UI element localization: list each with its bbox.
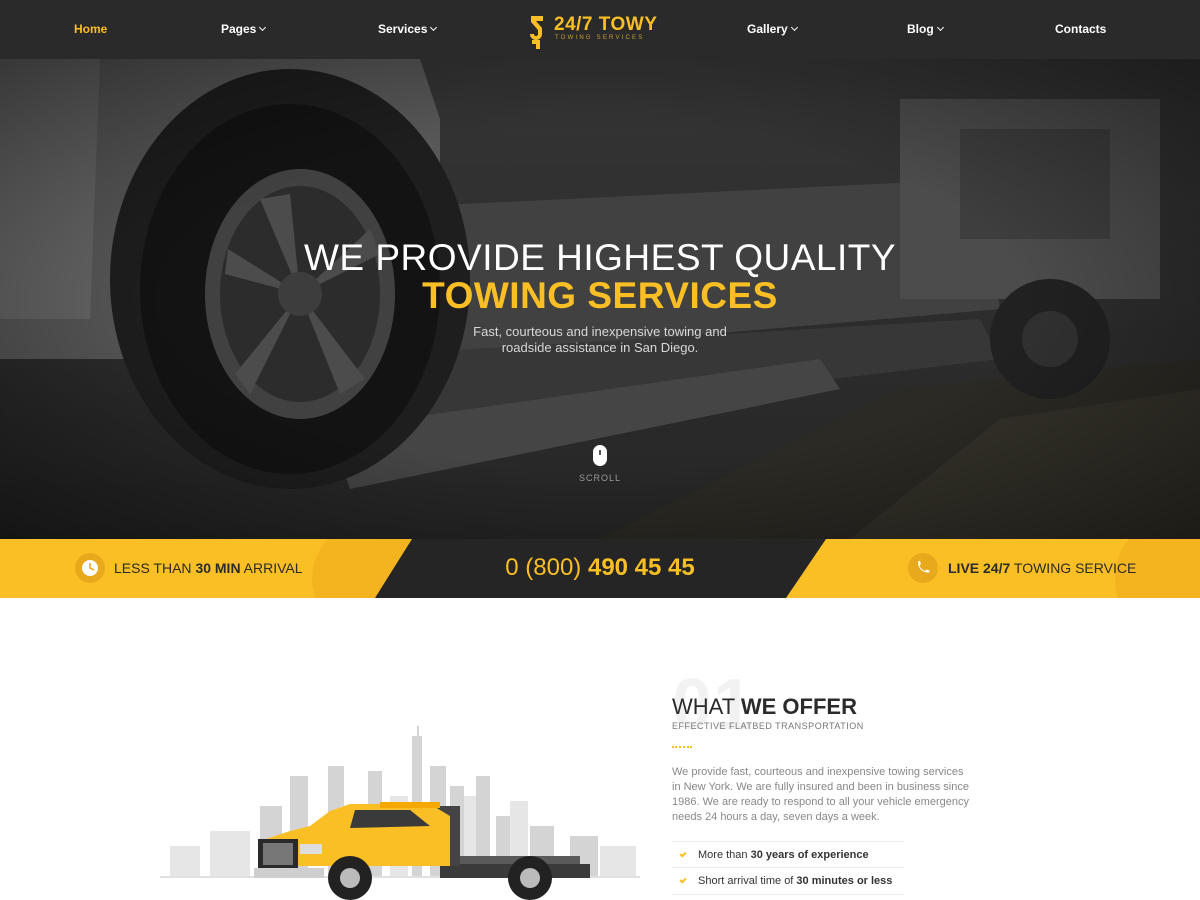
feature-bold: 30 years of experience — [750, 849, 869, 861]
nav-item-services[interactable]: Services — [378, 0, 438, 59]
nav-item-contacts[interactable]: Contacts — [1055, 0, 1106, 59]
phone-number[interactable]: 0 (800) 490 45 45 — [410, 554, 790, 582]
hero-title-line1: WE PROVIDE HIGHEST QUALITY — [303, 237, 897, 278]
nav-item-contacts-label: Contacts — [1055, 22, 1107, 36]
offer-subtitle: EFFECTIVE FLATBED TRANSPORTATION — [672, 721, 864, 731]
feature-item: Short arrival time of 30 minutes or less — [672, 868, 904, 895]
arrival-prefix: LESS THAN — [114, 560, 196, 576]
offer-title-light: WHAT — [672, 694, 741, 719]
chevron-down-icon — [430, 23, 438, 32]
logo-title: 24/7 TOWY — [554, 14, 658, 35]
nav-item-blog-label: Blog — [907, 22, 934, 36]
feature-item: More than 30 years of experience — [672, 841, 904, 868]
top-navigation: Home Pages Services 24/7 TOWY TOWING SER… — [0, 0, 1200, 59]
nav-item-home[interactable]: Home — [74, 0, 107, 59]
site-logo[interactable]: 24/7 TOWY TOWING SERVICES — [527, 14, 657, 52]
logo-tagline: TOWING SERVICES — [555, 35, 645, 41]
arrival-time-text: LESS THAN 30 MIN ARRIVAL — [114, 560, 303, 576]
phone-icon — [908, 553, 938, 583]
phone-prefix: 0 (800) — [505, 554, 588, 581]
info-band: LESS THAN 30 MIN ARRIVAL 0 (800) 490 45 … — [0, 539, 1200, 598]
nav-item-gallery-label: Gallery — [747, 22, 788, 36]
phone-number-digits: 490 45 45 — [587, 554, 695, 581]
chevron-down-icon — [790, 23, 798, 32]
chevron-down-icon — [259, 23, 267, 32]
arrival-suffix: ARRIVAL — [240, 560, 303, 576]
feature-prefix: Short arrival time of — [698, 875, 797, 887]
arrival-highlight: 30 MIN — [195, 560, 241, 576]
tow-truck-city-illustration — [160, 726, 640, 900]
check-icon — [679, 876, 687, 884]
nav-item-blog[interactable]: Blog — [907, 0, 944, 59]
offer-description: We provide fast, courteous and inexpensi… — [672, 766, 969, 823]
feature-prefix: More than — [698, 849, 751, 861]
live-service-highlight: LIVE 24/7 — [948, 560, 1011, 576]
title-divider — [672, 746, 692, 749]
live-service-text: LIVE 24/7 TOWING SERVICE — [948, 560, 1136, 576]
live-service-suffix: TOWING SERVICE — [1010, 560, 1137, 576]
check-icon — [679, 850, 687, 858]
tow-hook-icon — [530, 16, 543, 49]
nav-item-services-label: Services — [378, 22, 428, 36]
mouse-scroll-icon[interactable] — [593, 445, 607, 466]
feature-bold: 30 minutes or less — [796, 875, 893, 887]
hero-section: WE PROVIDE HIGHEST QUALITY TOWING SERVIC… — [0, 59, 1200, 539]
offer-title: WHAT WE OFFER — [672, 694, 857, 720]
scroll-label: SCROLL — [578, 473, 621, 483]
nav-item-home-label: Home — [74, 22, 108, 36]
nav-item-pages-label: Pages — [221, 22, 257, 36]
chevron-down-icon — [936, 23, 944, 32]
nav-item-gallery[interactable]: Gallery — [747, 0, 798, 59]
hero-title-line2: TOWING SERVICES — [422, 275, 778, 316]
clock-icon — [75, 553, 105, 583]
offer-title-bold: WE OFFER — [740, 694, 857, 719]
hero-subtitle: Fast, courteous and inexpensive towing a… — [473, 324, 727, 355]
nav-item-pages[interactable]: Pages — [221, 0, 267, 59]
